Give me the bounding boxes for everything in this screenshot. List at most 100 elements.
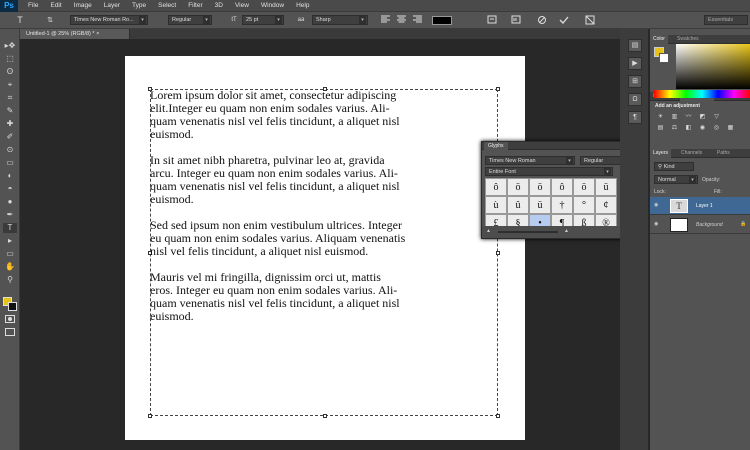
menu-window[interactable]: Window — [255, 0, 290, 12]
blur-tool[interactable]: ◓ — [3, 184, 17, 194]
dodge-tool[interactable]: ● — [3, 197, 17, 207]
close-icon[interactable]: × — [96, 31, 99, 37]
commit-edits-button[interactable] — [558, 15, 570, 26]
properties-panel-icon[interactable]: ⊞ — [628, 75, 642, 88]
glyph-cell[interactable]: ô — [485, 178, 507, 196]
shape-tool[interactable]: ▭ — [3, 249, 17, 259]
zoom-in-icon[interactable]: ▲ — [564, 228, 569, 234]
black-white-adjustment-icon[interactable]: ◧ — [684, 124, 693, 132]
tab-paths[interactable]: Paths — [714, 149, 733, 158]
quick-select-tool[interactable]: ⌖ — [3, 80, 17, 90]
glyphs-zoom-slider[interactable] — [498, 231, 558, 233]
font-style-select[interactable]: Regular ▾ — [168, 15, 212, 25]
type-tool[interactable]: T — [3, 223, 17, 233]
cancel-edits-button[interactable] — [536, 15, 548, 26]
marquee-tool[interactable]: ⬚ — [3, 54, 17, 64]
align-left-button[interactable] — [380, 15, 391, 26]
glyph-cell[interactable]: ö — [529, 178, 551, 196]
menu-layer[interactable]: Layer — [98, 0, 126, 12]
eraser-tool[interactable]: ▭ — [3, 158, 17, 168]
glyph-cell[interactable]: û — [507, 196, 529, 214]
eyedropper-tool[interactable]: ✎ — [3, 106, 17, 116]
quick-mask-button[interactable] — [3, 315, 17, 325]
3d-button[interactable] — [584, 15, 596, 26]
lasso-tool[interactable]: ʘ — [3, 67, 17, 77]
glyphs-font-select[interactable]: Times New Roman ▾ — [485, 156, 575, 165]
font-family-select[interactable]: Times New Roman Ro... ▾ — [70, 15, 148, 25]
glyphs-show-select[interactable]: Entire Font ▾ — [485, 167, 613, 176]
menu-help[interactable]: Help — [290, 0, 315, 12]
warp-text-button[interactable] — [486, 15, 498, 26]
menu-3d[interactable]: 3D — [209, 0, 229, 12]
color-lookup-adjustment-icon[interactable]: ▦ — [726, 124, 735, 132]
menu-image[interactable]: Image — [68, 0, 98, 12]
glyphs-panel-header[interactable]: Glyphs ≡ — [482, 142, 633, 150]
color-panel-background[interactable] — [659, 53, 669, 63]
paragraph-1[interactable]: Lorem ipsum dolor sit amet, consectetur … — [150, 89, 498, 141]
blend-mode-select[interactable]: Normal ▾ — [654, 175, 698, 184]
brightness-adjustment-icon[interactable]: ☀ — [656, 113, 665, 121]
glyph-cell[interactable]: ° — [573, 196, 595, 214]
history-panel-icon[interactable]: ▤ — [628, 39, 642, 52]
tab-layers[interactable]: Layers — [650, 149, 672, 158]
menu-filter[interactable]: Filter — [182, 0, 208, 12]
transform-handle[interactable] — [496, 414, 500, 418]
menu-file[interactable]: File — [22, 0, 44, 12]
brush-tool[interactable]: ✐ — [3, 132, 17, 142]
character-panel-button[interactable] — [510, 15, 522, 26]
text-orientation-icon[interactable]: ⇅ — [44, 15, 56, 26]
channel-mixer-adjustment-icon[interactable]: ◎ — [712, 124, 721, 132]
glyph-cell[interactable]: ù — [485, 196, 507, 214]
workspace-select[interactable]: Essentials — [704, 15, 748, 25]
menu-edit[interactable]: Edit — [44, 0, 67, 12]
type-tool-preset-icon[interactable]: T — [14, 15, 26, 26]
glyphs-panel-icon[interactable]: Ω — [628, 93, 642, 106]
glyph-cell[interactable]: ö — [507, 178, 529, 196]
zoom-out-icon[interactable]: ▲ — [486, 228, 491, 234]
tab-swatches[interactable]: Swatches — [674, 35, 702, 44]
eye-icon[interactable]: ◉ — [654, 202, 658, 208]
font-size-select[interactable]: 25 pt ▾ — [242, 15, 284, 25]
eye-icon[interactable]: ◉ — [654, 221, 658, 227]
glyph-cell[interactable]: † — [551, 196, 573, 214]
glyph-cell[interactable]: ü — [529, 196, 551, 214]
paragraph-panel-icon[interactable]: ¶ — [628, 111, 642, 124]
paragraph-2[interactable]: In sit amet nibh pharetra, pulvinar leo … — [150, 154, 498, 206]
color-picker-field[interactable] — [676, 44, 750, 89]
gradient-tool[interactable]: ◐ — [3, 171, 17, 181]
levels-adjustment-icon[interactable]: ▥ — [670, 113, 679, 121]
transform-handle[interactable] — [323, 414, 327, 418]
layer-row-layer-1[interactable]: ◉ T Layer 1 — [650, 197, 750, 215]
pen-tool[interactable]: ✒ — [3, 210, 17, 220]
move-tool[interactable]: ▸✥ — [3, 41, 17, 51]
glyph-cell[interactable]: ¢ — [595, 196, 617, 214]
screen-mode-button[interactable] — [3, 328, 17, 338]
actions-panel-icon[interactable]: ▶ — [628, 57, 642, 70]
align-right-button[interactable] — [412, 15, 423, 26]
layer-name[interactable]: Background — [696, 222, 723, 228]
align-center-button[interactable] — [396, 15, 407, 26]
healing-brush-tool[interactable]: ✚ — [3, 119, 17, 129]
background-color-swatch[interactable] — [8, 302, 17, 311]
hue-saturation-adjustment-icon[interactable]: ▤ — [656, 124, 665, 132]
transform-handle[interactable] — [148, 414, 152, 418]
paragraph-4[interactable]: Mauris vel mi fringilla, dignissim orci … — [150, 271, 498, 323]
document-tab[interactable]: Untitled-1 @ 25% (RGB/8) * × — [20, 29, 130, 39]
glyph-cell[interactable]: ü — [595, 178, 617, 196]
tab-channels[interactable]: Channels — [678, 149, 705, 158]
glyph-cell[interactable]: ô — [551, 178, 573, 196]
layer-row-background[interactable]: ◉ Background 🔒 — [650, 216, 750, 234]
menu-type[interactable]: Type — [126, 0, 152, 12]
menu-view[interactable]: View — [229, 0, 255, 12]
zoom-tool[interactable]: ⚲ — [3, 275, 17, 285]
layer-name[interactable]: Layer 1 — [696, 203, 713, 209]
crop-tool[interactable]: ⌗ — [3, 93, 17, 103]
curves-adjustment-icon[interactable]: 〰 — [684, 113, 693, 121]
layer-filter-select[interactable]: ⚲ Kind — [654, 162, 694, 171]
paragraph-3[interactable]: Sed sed ipsum non enim vestibulum ultric… — [150, 219, 498, 258]
clone-stamp-tool[interactable]: ⊙ — [3, 145, 17, 155]
document-text[interactable]: Lorem ipsum dolor sit amet, consectetur … — [150, 89, 498, 336]
anti-alias-select[interactable]: Sharp ▾ — [312, 15, 368, 25]
color-ramp[interactable] — [654, 90, 750, 98]
menu-select[interactable]: Select — [152, 0, 182, 12]
